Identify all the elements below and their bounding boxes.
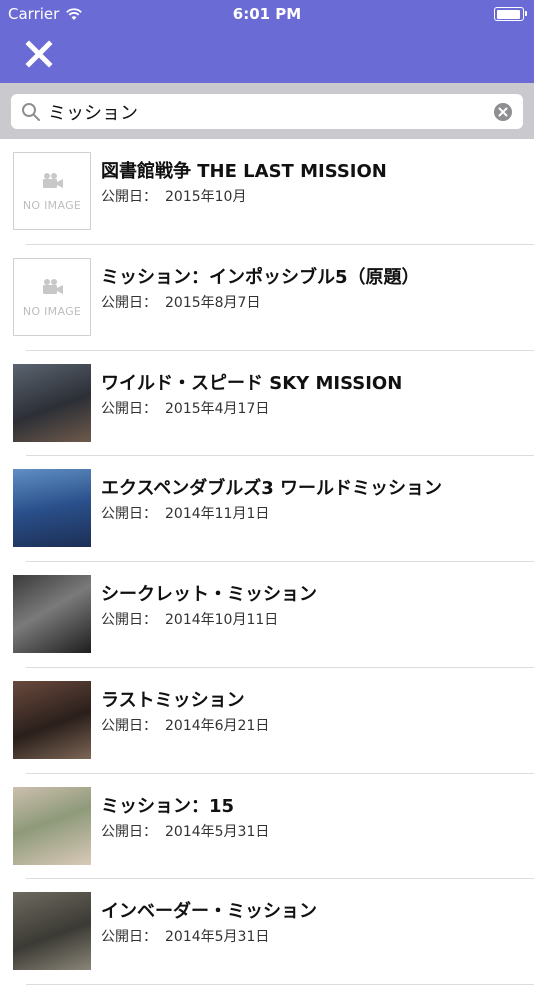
release-date: 公開日： 2014年5月31日 (101, 821, 269, 841)
list-item[interactable]: シークレット・ミッション公開日： 2014年10月11日 (0, 562, 534, 668)
release-date-label: 公開日： (101, 717, 157, 734)
movie-title: ラストミッション (101, 689, 245, 711)
release-date-label: 公開日： (101, 189, 157, 205)
release-date: 公開日： 2014年10月11日 (101, 609, 278, 629)
list-item[interactable]: インベーダー・ミッション公開日： 2014年5月31日 (0, 879, 534, 985)
no-image-placeholder: NO IMAGE (13, 257, 91, 336)
release-date-value: 2014年5月31日 (165, 823, 270, 840)
release-date-value: 2014年6月21日 (165, 717, 270, 734)
movie-title: 図書館戦争 THE LAST MISSION (101, 161, 387, 182)
close-icon[interactable] (22, 37, 56, 71)
release-date: 公開日： 2014年5月31日 (101, 926, 269, 946)
movie-title: エクスペンダブルズ3 ワールドミッション (101, 478, 442, 500)
release-date: 公開日： 2015年4月17日 (101, 398, 269, 418)
movie-thumbnail (13, 786, 91, 865)
release-date-value: 2014年5月31日 (165, 929, 270, 946)
movie-title: インベーダー・ミッション (101, 901, 317, 923)
battery-icon (494, 7, 527, 21)
release-date-value: 2014年11月1日 (165, 506, 270, 523)
no-image-label: NO IMAGE (22, 199, 82, 212)
movie-thumbnail (13, 575, 91, 653)
movie-thumbnail (13, 892, 91, 971)
release-date: 公開日： 2015年8月7日 (101, 292, 260, 312)
release-date: 公開日： 2014年11月1日 (101, 503, 269, 523)
release-date-label: 公開日： (101, 612, 157, 628)
release-date-label: 公開日： (101, 506, 157, 523)
release-date-label: 公開日： (101, 823, 157, 840)
movie-title: ミッション：インポッシブル5（原題） (101, 266, 420, 288)
list-item[interactable]: NO IMAGE ミッション：インポッシブル5（原題） 公開日： 2015年8月7日 (0, 245, 534, 351)
list-item[interactable]: エクスペンダブルズ3 ワールドミッション公開日： 2014年11月1日 (0, 456, 534, 562)
navigation-header: Carrier 6:01 PM (0, 0, 534, 83)
release-date: 公開日： 2014年6月21日 (101, 715, 269, 735)
release-date-value: 2015年10月 (165, 189, 247, 205)
no-image-label: NO IMAGE (22, 304, 82, 318)
movie-thumbnail (13, 363, 91, 442)
video-camera-icon (43, 278, 63, 294)
movie-title: ミッション：15 (101, 795, 235, 817)
release-date-value: 2014年10月11日 (165, 612, 279, 628)
video-camera-icon (43, 173, 63, 188)
clear-icon[interactable] (493, 102, 513, 122)
movie-title: シークレット・ミッション (101, 584, 317, 605)
movie-thumbnail (13, 680, 91, 759)
list-item[interactable]: ミッション：15 公開日： 2014年5月31日 (0, 774, 534, 880)
release-date-value: 2015年8月7日 (165, 294, 261, 311)
status-bar: Carrier 6:01 PM (0, 0, 534, 28)
release-date-label: 公開日： (101, 929, 157, 946)
result-list: NO IMAGE 図書館戦争 THE LAST MISSION 公開日： 2015年1… (0, 139, 534, 985)
release-date-label: 公開日： (101, 294, 157, 311)
search-icon (22, 103, 40, 121)
list-item[interactable]: NO IMAGE 図書館戦争 THE LAST MISSION 公開日： 2015年1… (0, 139, 534, 245)
release-date: 公開日： 2015年10月 (101, 186, 246, 206)
list-item[interactable]: ワイルド・スピード SKY MISSION 公開日： 2015年4月17日 (0, 351, 534, 457)
movie-thumbnail (13, 469, 91, 548)
list-item[interactable]: ラストミッション公開日： 2014年6月21日 (0, 668, 534, 774)
search-bar (0, 83, 534, 139)
movie-title: ワイルド・スピード SKY MISSION (101, 372, 403, 394)
no-image-placeholder: NO IMAGE (13, 152, 91, 230)
release-date-label: 公開日： (101, 400, 157, 417)
search-input[interactable] (48, 96, 488, 127)
search-field[interactable] (11, 94, 523, 129)
release-date-value: 2015年4月17日 (165, 400, 270, 417)
status-time: 6:01 PM (232, 5, 302, 23)
